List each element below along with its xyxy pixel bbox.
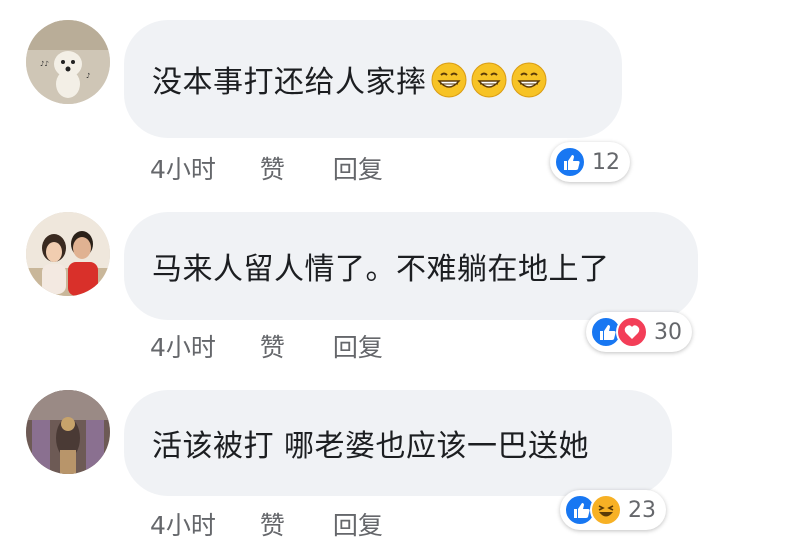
like-button[interactable]: 赞 [260,328,285,364]
timestamp: 4小时 [150,155,216,184]
comment-text: 马来人留人情了。不难躺在地上了 [152,252,610,287]
comment-actions: 4小时 赞 回复 [150,150,383,186]
svg-text:♪♪: ♪♪ [40,60,49,68]
reaction-count: 23 [628,497,656,523]
comment-bubble: 没本事打还给人家摔 [124,20,622,138]
avatar[interactable] [26,390,110,474]
comment-actions: 4小时 赞 回复 [150,328,383,364]
love-reaction-icon [616,316,648,348]
timestamp: 4小时 [150,333,216,362]
grinning-face-emoji-icon [431,62,467,98]
like-button[interactable]: 赞 [260,506,285,542]
reply-button[interactable]: 回复 [333,506,383,542]
avatar[interactable] [26,212,110,296]
comment-text: 没本事打还给人家摔 [152,57,547,101]
timestamp: 4小时 [150,511,216,540]
comment-text: 活该被打 哪老婆也应该一巴送她 [152,429,590,464]
avatar[interactable]: ♪♪ ♪ [26,20,110,104]
like-reaction-icon [554,146,586,178]
grinning-face-emoji-icon [471,62,507,98]
comment-bubble: 活该被打 哪老婆也应该一巴送她 [124,390,672,496]
reaction-summary[interactable]: 23 [560,490,666,530]
comment-bubble: 马来人留人情了。不难躺在地上了 [124,212,698,320]
comment-actions: 4小时 赞 回复 [150,506,383,542]
comment-text-content: 没本事打还给人家摔 [152,65,427,100]
reaction-summary[interactable]: 30 [586,312,692,352]
like-button[interactable]: 赞 [260,150,285,186]
grinning-face-emoji-icon [511,62,547,98]
reaction-summary[interactable]: 12 [550,142,630,182]
reply-button[interactable]: 回复 [333,150,383,186]
reaction-count: 12 [592,149,620,175]
reaction-count: 30 [654,319,682,345]
svg-text:♪: ♪ [86,72,90,80]
reply-button[interactable]: 回复 [333,328,383,364]
haha-reaction-icon [590,494,622,526]
